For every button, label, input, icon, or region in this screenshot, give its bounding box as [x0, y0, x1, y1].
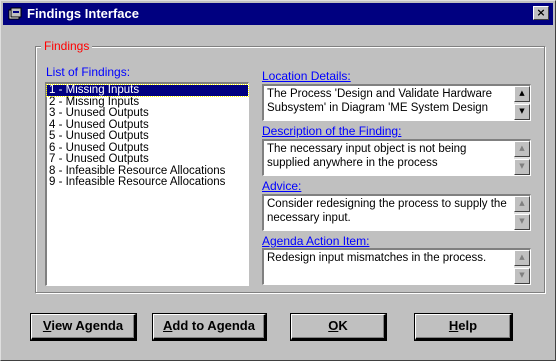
- description-label: Description of the Finding:: [262, 124, 402, 138]
- agenda-action-text: Redesign input mismatches in the process…: [267, 252, 487, 264]
- description-scrollbar[interactable]: ▲ ▼: [514, 141, 530, 175]
- findings-window: Findings Interface × Findings List of Fi…: [0, 0, 556, 361]
- finding-list-item[interactable]: 3 - Unused Outputs: [47, 107, 248, 119]
- location-scrollbar[interactable]: ▲ ▼: [514, 86, 530, 120]
- window-title: Findings Interface: [27, 6, 139, 21]
- scroll-up-icon[interactable]: ▲: [514, 250, 530, 266]
- agenda-scrollbar[interactable]: ▲ ▼: [514, 250, 530, 284]
- location-details-field[interactable]: The Process 'Design and Validate Hardwar…: [262, 84, 531, 121]
- advice-scrollbar[interactable]: ▲ ▼: [514, 196, 530, 230]
- advice-text: Consider redesigning the process to supp…: [267, 198, 507, 224]
- close-button[interactable]: ×: [533, 6, 549, 20]
- findings-group-label: Findings: [41, 39, 93, 53]
- scroll-up-icon[interactable]: ▲: [514, 196, 530, 212]
- add-to-agenda-mnemonic: A: [163, 318, 173, 333]
- description-field[interactable]: The necessary input object is not being …: [262, 139, 531, 176]
- finding-list-item[interactable]: 5 - Unused Outputs: [47, 130, 248, 142]
- ok-mnemonic: O: [328, 318, 339, 333]
- finding-list-item[interactable]: 8 - Infeasible Resource Allocations: [47, 165, 248, 177]
- add-to-agenda-label: dd to Agenda: [172, 318, 255, 333]
- scroll-down-icon[interactable]: ▼: [514, 214, 530, 230]
- finding-list-item[interactable]: 2 - Missing Inputs: [47, 96, 248, 108]
- view-agenda-button[interactable]: View Agenda: [30, 313, 137, 341]
- help-label: elp: [458, 318, 478, 333]
- add-to-agenda-button[interactable]: Add to Agenda: [152, 313, 267, 341]
- title-bar[interactable]: Findings Interface ×: [3, 3, 553, 25]
- view-agenda-label: iew Agenda: [51, 318, 124, 333]
- advice-field[interactable]: Consider redesigning the process to supp…: [262, 194, 531, 231]
- scroll-down-icon[interactable]: ▼: [514, 159, 530, 175]
- finding-list-item[interactable]: 7 - Unused Outputs: [47, 153, 248, 165]
- finding-list-item[interactable]: 9 - Infeasible Resource Allocations: [47, 176, 248, 188]
- scroll-up-icon[interactable]: ▲: [514, 141, 530, 157]
- app-icon: [8, 7, 22, 20]
- location-details-label: Location Details:: [262, 69, 351, 83]
- close-icon: ×: [536, 6, 546, 19]
- finding-list-item[interactable]: 1 - Missing Inputs: [46, 84, 249, 97]
- description-text: The necessary input object is not being …: [267, 143, 467, 169]
- ok-button[interactable]: OK: [290, 313, 387, 341]
- scroll-down-icon[interactable]: ▼: [514, 268, 530, 284]
- ok-label: K: [338, 318, 348, 333]
- finding-list-item[interactable]: 4 - Unused Outputs: [47, 119, 248, 131]
- finding-list-item[interactable]: 6 - Unused Outputs: [47, 142, 248, 154]
- list-of-findings-label: List of Findings:: [46, 65, 131, 79]
- agenda-action-label: Agenda Action Item:: [262, 234, 370, 248]
- scroll-up-icon[interactable]: ▲: [514, 86, 530, 102]
- help-mnemonic: H: [448, 318, 459, 333]
- advice-label: Advice:: [262, 179, 302, 193]
- findings-groupbox: Findings List of Findings: 1 - Missing I…: [35, 39, 545, 293]
- scroll-down-icon[interactable]: ▼: [514, 104, 530, 120]
- location-details-text: The Process 'Design and Validate Hardwar…: [267, 88, 493, 114]
- agenda-action-field[interactable]: Redesign input mismatches in the process…: [262, 248, 531, 285]
- findings-listbox[interactable]: 1 - Missing Inputs 2 - Missing Inputs 3 - …: [45, 82, 249, 286]
- help-button[interactable]: Help: [414, 313, 513, 341]
